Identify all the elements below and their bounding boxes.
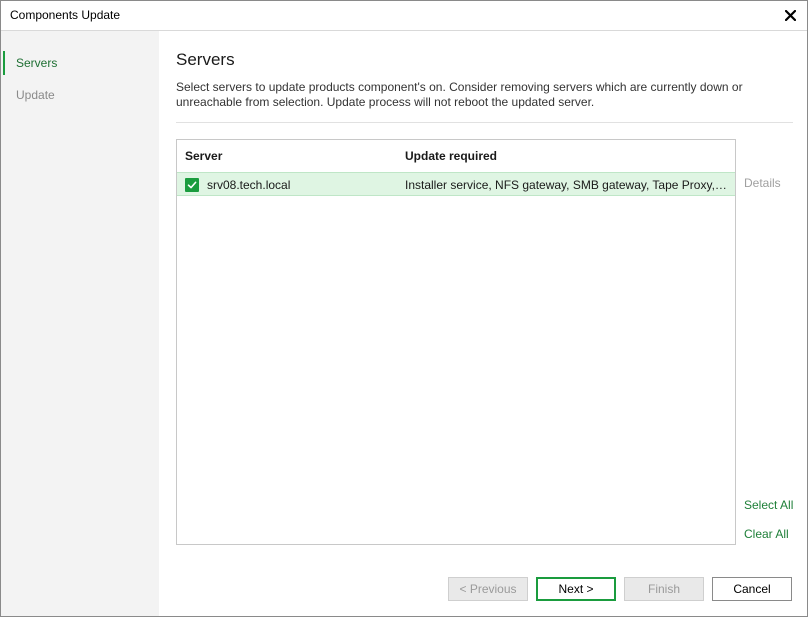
next-button[interactable]: Next > <box>536 577 616 601</box>
step-servers[interactable]: Servers <box>3 51 159 75</box>
step-update[interactable]: Update <box>3 83 159 107</box>
table-header: Server Update required <box>177 140 735 171</box>
page-description: Select servers to update products compon… <box>176 80 743 109</box>
checkmark-icon <box>187 181 197 189</box>
update-required-cell: Installer service, NFS gateway, SMB gate… <box>405 178 730 192</box>
main-content: Servers Select servers to update product… <box>159 31 807 616</box>
server-name-cell: srv08.tech.local <box>207 178 291 192</box>
close-button[interactable] <box>779 4 801 26</box>
title-bar: Components Update <box>1 1 807 31</box>
previous-button[interactable]: < Previous <box>448 577 528 601</box>
column-header-server[interactable]: Server <box>185 149 222 163</box>
finish-button[interactable]: Finish <box>624 577 704 601</box>
components-update-dialog: Components Update Servers Update Servers… <box>0 0 808 617</box>
table-row[interactable]: srv08.tech.local Installer service, NFS … <box>177 172 735 196</box>
cancel-button[interactable]: Cancel <box>712 577 792 601</box>
close-icon <box>784 9 796 21</box>
column-header-update-required[interactable]: Update required <box>405 149 497 163</box>
wizard-steps-sidebar: Servers Update <box>1 31 159 616</box>
server-checkbox[interactable] <box>185 178 199 192</box>
window-title: Components Update <box>10 8 121 22</box>
divider <box>176 122 793 123</box>
page-title: Servers <box>176 50 235 69</box>
details-link[interactable]: Details <box>744 176 781 190</box>
servers-table[interactable]: Server Update required srv08.tech.local … <box>176 139 736 545</box>
clear-all-link[interactable]: Clear All <box>744 527 789 541</box>
select-all-link[interactable]: Select All <box>744 498 793 512</box>
